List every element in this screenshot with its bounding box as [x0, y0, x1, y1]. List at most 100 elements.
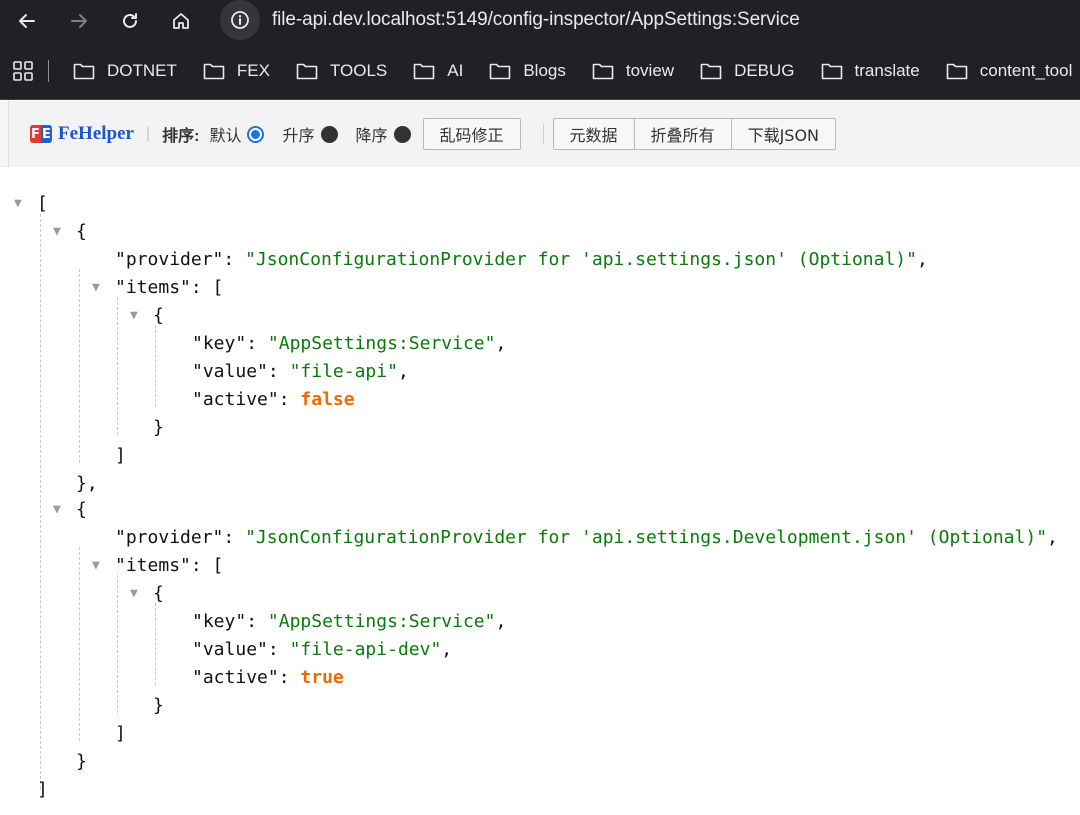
folder-icon [73, 63, 95, 80]
radio-icon[interactable] [393, 125, 411, 143]
indent-guide [117, 297, 118, 435]
indent-guide [155, 603, 156, 685]
folder-icon [413, 63, 435, 80]
json-key-line: "key": "AppSettings:Service", [192, 611, 507, 632]
json-provider-line: "provider": "JsonConfigurationProvider f… [115, 249, 928, 270]
bookmark-debug[interactable]: DEBUG [700, 61, 795, 81]
bookmark-toview[interactable]: toview [592, 61, 674, 81]
json-key: items [125, 555, 181, 576]
json-key: provider [125, 527, 213, 548]
action-button-group: 元数据 折叠所有 下载JSON [552, 118, 837, 150]
indent-guide [79, 269, 80, 463]
bookmark-label: TOOLS [329, 61, 388, 80]
download-json-button[interactable]: 下载JSON [730, 118, 837, 150]
bookmark-tools[interactable]: TOOLS [296, 61, 387, 81]
fehelper-name: FeHelper [58, 123, 134, 144]
json-string-value: file-api [300, 361, 388, 382]
bookmark-blogs[interactable]: Blogs [489, 61, 566, 81]
json-key: value [202, 639, 258, 660]
expand-triangle-icon[interactable]: ▼ [92, 552, 100, 580]
bookmark-translate[interactable]: translate [821, 61, 920, 81]
json-active-line: "active": true [192, 667, 344, 688]
expand-triangle-icon[interactable]: ▼ [53, 218, 61, 246]
json-array-close: ] [115, 723, 126, 744]
json-object-close: }, [76, 473, 98, 494]
bookmark-content-tool[interactable]: content_tool [946, 61, 1073, 81]
json-object-close: } [153, 417, 164, 438]
json-object-close: } [76, 751, 87, 772]
indent-guide [40, 214, 41, 789]
bookmark-label: FEX [236, 61, 270, 80]
bookmark-label: toview [625, 61, 675, 80]
folder-icon [296, 63, 318, 80]
json-object-close: } [153, 695, 164, 716]
bookmark-fex[interactable]: FEX [203, 61, 270, 81]
bookmark-dotnet[interactable]: DOTNET [73, 61, 177, 81]
json-key: key [202, 611, 236, 632]
expand-triangle-icon[interactable]: ▼ [14, 190, 22, 218]
fehelper-logo[interactable]: F E FeHelper [30, 123, 134, 145]
json-key: provider [125, 249, 213, 270]
json-key: key [202, 333, 236, 354]
fehelper-toolbar: F E FeHelper | 排序: 默认 升序 降序 乱码修正 元数据 折叠所… [0, 101, 1080, 167]
json-root-close: ] [37, 779, 48, 800]
json-string-value: JsonConfigurationProvider for 'api.setti… [255, 527, 1037, 548]
home-icon[interactable] [168, 8, 194, 34]
bookmark-ai[interactable]: AI [413, 61, 463, 81]
json-string-value: file-api-dev [300, 639, 431, 660]
metadata-button[interactable]: 元数据 [552, 118, 635, 150]
json-object-open: { [153, 305, 164, 326]
sort-option-desc[interactable]: 降序 [356, 122, 411, 146]
folder-icon [490, 63, 511, 80]
json-key-line: "key": "AppSettings:Service", [192, 333, 507, 354]
indent-guide [117, 575, 118, 713]
json-active-line: "active": false [192, 389, 355, 410]
fehelper-logo-icon: F E [30, 125, 52, 143]
json-object-open: { [76, 499, 87, 520]
collapse-all-button[interactable]: 折叠所有 [633, 118, 732, 150]
sort-option-label: 升序 [282, 128, 315, 145]
json-key: active [202, 389, 268, 410]
indent-guide [79, 547, 80, 741]
sort-option-default[interactable]: 默认 [209, 122, 265, 146]
radio-selected-icon[interactable] [247, 125, 265, 143]
address-bar[interactable]: file-api.dev.localhost:5149/config-inspe… [220, 0, 800, 40]
reload-icon[interactable] [117, 8, 143, 34]
bookmark-label: DOTNET [107, 61, 177, 80]
url-text[interactable]: file-api.dev.localhost:5149/config-inspe… [272, 9, 800, 31]
back-arrow-icon[interactable] [14, 8, 40, 34]
sort-option-asc[interactable]: 升序 [282, 122, 338, 146]
expand-triangle-icon[interactable]: ▼ [130, 580, 138, 608]
logo-badge-e: E [41, 125, 52, 143]
browser-chrome: file-api.dev.localhost:5149/config-inspe… [0, 0, 1080, 100]
folder-icon [946, 63, 968, 80]
indent-guide [155, 325, 156, 407]
apps-grid-icon[interactable] [12, 60, 34, 82]
json-items-line: "items": [ [115, 277, 224, 298]
expand-triangle-icon[interactable]: ▼ [130, 302, 138, 330]
json-value-line: "value": "file-api-dev", [192, 639, 453, 660]
fehelper-toolbar-inner: F E FeHelper | 排序: 默认 升序 降序 乱码修正 元数据 折叠所… [8, 101, 1080, 167]
sort-option-label: 默认 [209, 128, 242, 145]
json-object-open: { [153, 583, 164, 604]
json-boolean-value: false [300, 389, 355, 410]
folder-icon [821, 63, 842, 80]
sort-option-label: 降序 [355, 128, 388, 145]
json-key: value [202, 361, 258, 382]
json-boolean-value: true [300, 667, 344, 688]
folder-icon [592, 63, 614, 80]
json-string-value: JsonConfigurationProvider for 'api.setti… [255, 249, 907, 270]
toolbar-divider [542, 124, 544, 144]
radio-icon[interactable] [320, 125, 338, 143]
bookmark-label: AI [447, 61, 464, 80]
bookmark-label: content_tool [979, 61, 1073, 80]
fix-encoding-button[interactable]: 乱码修正 [422, 118, 521, 150]
json-object-open: { [76, 221, 87, 242]
expand-triangle-icon[interactable]: ▼ [53, 496, 61, 524]
json-string-value: AppSettings:Service [278, 611, 485, 632]
info-icon[interactable] [220, 0, 260, 40]
forward-arrow-icon[interactable] [66, 8, 92, 34]
bookmark-label: Blogs [523, 61, 566, 80]
expand-triangle-icon[interactable]: ▼ [92, 274, 100, 302]
json-array-close: ] [115, 445, 126, 466]
